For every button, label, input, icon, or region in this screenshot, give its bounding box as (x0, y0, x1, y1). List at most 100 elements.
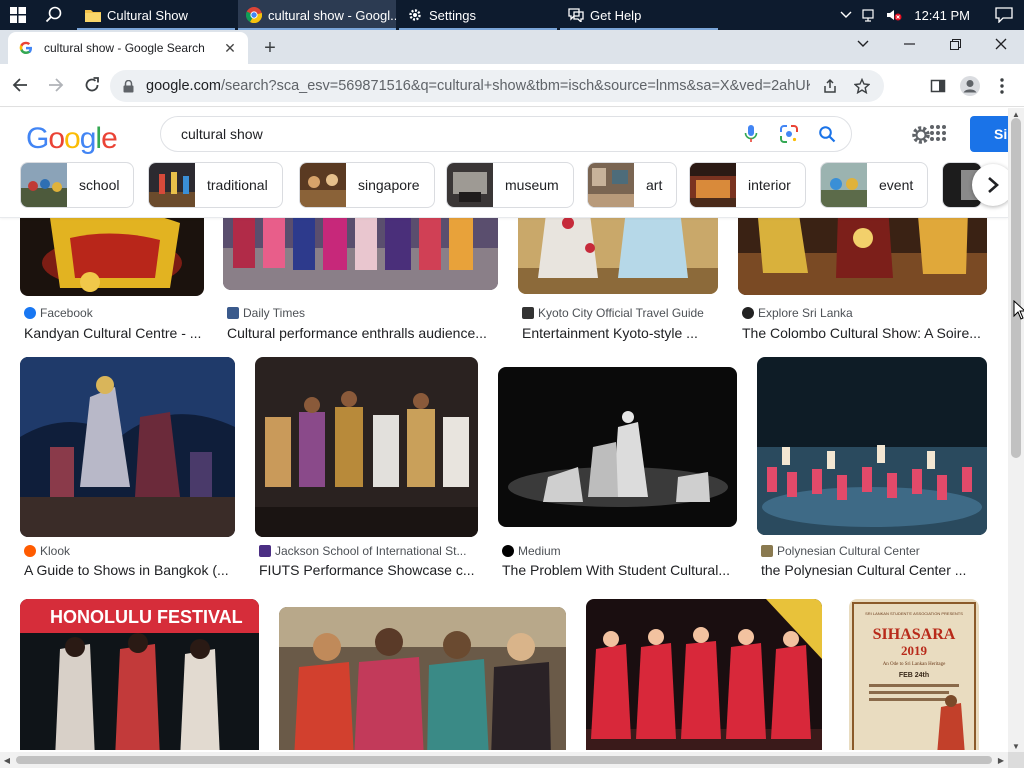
close-window-button[interactable] (978, 30, 1024, 58)
result-source-name: Klook (40, 544, 71, 558)
profile-avatar-icon[interactable] (954, 70, 986, 102)
reload-button[interactable] (76, 69, 108, 101)
result-image[interactable] (518, 218, 718, 294)
honolulu-festival-banner: HONOLULU FESTIVAL (50, 607, 243, 627)
chip-art[interactable]: art (587, 162, 678, 208)
chip-school[interactable]: school (20, 162, 135, 208)
result-title[interactable]: Kandyan Cultural Centre - ... (24, 325, 208, 341)
lens-camera-icon[interactable] (775, 120, 803, 148)
chip-label: art (646, 177, 663, 193)
taskbar-item-chrome[interactable]: cultural show - Googl... (238, 0, 396, 30)
chevron-right-icon (988, 177, 999, 193)
taskbar-item-label: Get Help (590, 7, 642, 23)
taskbar-search-button[interactable] (36, 0, 72, 30)
result-image[interactable]: HONOLULU FESTIVAL (20, 599, 259, 750)
taskbar-item-settings[interactable]: Settings (399, 0, 557, 30)
minimize-button[interactable] (886, 30, 932, 58)
result-image[interactable]: SRI LANKAN STUDENTS' ASSOCIATION PRESENT… (849, 599, 979, 750)
chip-label: museum (505, 177, 559, 193)
address-bar[interactable]: google.com/search?sca_esv=569871516&q=cu… (110, 70, 884, 102)
result-image[interactable] (255, 357, 478, 537)
chip-thumbnail (690, 163, 736, 207)
result-image[interactable] (586, 599, 822, 750)
chip-interior[interactable]: interior (689, 162, 806, 208)
side-panel-icon[interactable] (922, 70, 954, 102)
menu-kebab-icon[interactable] (986, 70, 1018, 102)
new-tab-button[interactable]: + (258, 36, 282, 60)
close-tab-icon[interactable]: ✕ (222, 40, 238, 56)
chip-thumbnail (149, 163, 195, 207)
result-title[interactable]: Entertainment Kyoto-style ... (522, 325, 722, 341)
reload-icon (85, 77, 99, 92)
restore-button[interactable] (932, 30, 978, 58)
network-icon[interactable] (858, 0, 882, 30)
logo-letter: o (48, 122, 65, 155)
tab-search-chevron-icon[interactable] (840, 30, 886, 58)
result-image[interactable] (20, 357, 235, 537)
result-image[interactable] (498, 367, 737, 527)
windows-start-button[interactable] (0, 0, 36, 30)
search-input[interactable]: cultural show (181, 126, 737, 142)
logo-letter: o (64, 122, 81, 155)
chip-singapore[interactable]: singapore (299, 162, 435, 208)
result-source[interactable]: Daily Times (227, 306, 305, 320)
horizontal-scroll-thumb[interactable] (16, 756, 992, 764)
result-title[interactable]: Cultural performance enthralls audience.… (227, 325, 499, 341)
explore-sri-lanka-icon (742, 307, 754, 319)
medium-icon (502, 545, 514, 557)
search-box[interactable]: cultural show (160, 116, 852, 152)
taskbar-item-label: Cultural Show (107, 7, 188, 23)
result-title[interactable]: the Polynesian Cultural Center ... (761, 562, 987, 578)
facebook-icon (24, 307, 36, 319)
volume-muted-icon[interactable] (882, 0, 906, 30)
chrome-icon (246, 7, 262, 23)
vertical-scroll-thumb[interactable] (1011, 118, 1021, 458)
vertical-scrollbar[interactable]: ▲ ▼ (1008, 108, 1024, 752)
result-source[interactable]: Klook (24, 544, 70, 558)
google-logo[interactable]: Google (26, 122, 118, 156)
share-icon[interactable] (818, 74, 842, 98)
chip-museum[interactable]: museum (446, 162, 574, 208)
taskbar-item-file-explorer[interactable]: Cultural Show (77, 0, 235, 30)
image-results-grid: Facebook Kandyan Cultural Centre - ... D… (0, 218, 1008, 750)
kyoto-travel-icon (522, 307, 534, 319)
chips-scroll-right-button[interactable] (972, 164, 1008, 206)
clock[interactable]: 12:41 PM (906, 8, 984, 23)
browser-tab-active[interactable]: cultural show - Google Search ✕ (8, 32, 248, 64)
forward-button[interactable] (40, 69, 72, 101)
horizontal-scrollbar[interactable]: ◀ ▶ (0, 752, 1008, 768)
result-title[interactable]: FIUTS Performance Showcase c... (259, 562, 480, 578)
taskbar-item-get-help[interactable]: Get Help (560, 0, 718, 30)
sign-in-button[interactable]: Si (970, 116, 1008, 152)
result-source[interactable]: Medium (502, 544, 561, 558)
scroll-right-arrow-icon[interactable]: ▶ (994, 752, 1008, 768)
lock-icon[interactable] (120, 78, 136, 94)
mouse-cursor-icon (1013, 300, 1024, 320)
result-title[interactable]: A Guide to Shows in Bangkok (... (24, 562, 236, 578)
result-source[interactable]: Kyoto City Official Travel Guide (522, 306, 704, 320)
scroll-left-arrow-icon[interactable]: ◀ (0, 752, 14, 768)
result-source[interactable]: Facebook (24, 306, 93, 320)
result-image[interactable] (223, 218, 498, 290)
microphone-icon[interactable] (737, 120, 765, 148)
result-source-name: Medium (518, 544, 561, 558)
chip-event[interactable]: event (820, 162, 929, 208)
result-image[interactable] (757, 357, 987, 535)
result-source[interactable]: Jackson School of International St... (259, 544, 466, 558)
bookmark-star-icon[interactable] (850, 74, 874, 98)
chevron-up-icon[interactable] (834, 0, 858, 30)
result-source[interactable]: Explore Sri Lanka (742, 306, 853, 320)
google-apps-grid-icon[interactable] (930, 122, 948, 144)
search-icon[interactable] (813, 120, 841, 148)
back-button[interactable] (4, 69, 36, 101)
result-source[interactable]: Polynesian Cultural Center (761, 544, 920, 558)
chip-traditional[interactable]: traditional (148, 162, 283, 208)
url-text: google.com/search?sca_esv=569871516&q=cu… (146, 78, 810, 94)
scroll-down-arrow-icon[interactable]: ▼ (1008, 740, 1024, 752)
result-image[interactable] (738, 218, 987, 295)
result-image[interactable] (20, 218, 204, 296)
notification-icon[interactable] (984, 0, 1024, 30)
result-title[interactable]: The Problem With Student Cultural... (502, 562, 738, 578)
result-title[interactable]: The Colombo Cultural Show: A Soire... (742, 325, 988, 341)
result-image[interactable] (279, 607, 566, 750)
